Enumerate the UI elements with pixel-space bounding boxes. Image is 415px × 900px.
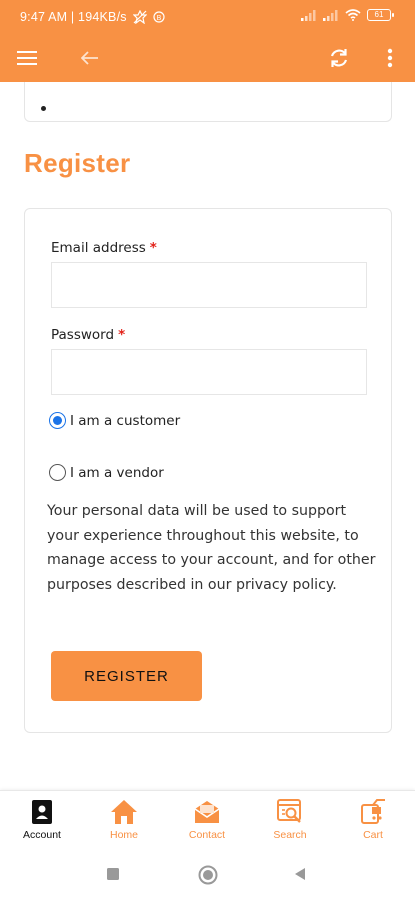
svg-text:B: B — [156, 15, 161, 22]
status-time-speed: 9:47 AM | 194KB/s — [20, 10, 127, 24]
home-button-icon[interactable] — [198, 865, 218, 885]
nav-search[interactable]: Search — [249, 799, 331, 849]
radio-vendor[interactable]: I am a vendor — [49, 464, 164, 481]
search-icon — [277, 799, 301, 823]
recents-icon[interactable] — [106, 867, 120, 881]
radio-vendor-label: I am a vendor — [70, 464, 164, 481]
sync-off-icon — [132, 10, 147, 24]
app-bar — [0, 34, 415, 82]
password-field[interactable] — [51, 349, 367, 395]
status-bar: 9:47 AM | 194KB/s B 61 — [0, 0, 415, 34]
arrow-left-icon[interactable] — [74, 42, 106, 74]
radio-customer-button[interactable] — [49, 412, 66, 429]
radio-customer-label: I am a customer — [70, 412, 181, 429]
system-nav-bar — [0, 850, 415, 900]
email-label: Email address * — [51, 240, 157, 256]
bullet-dot — [41, 106, 46, 111]
nav-home-label: Home — [109, 829, 138, 841]
email-field[interactable] — [51, 262, 367, 308]
radio-customer[interactable]: I am a customer — [49, 412, 180, 429]
page-title: Register — [24, 148, 131, 178]
status-left: 9:47 AM | 194KB/s B — [20, 10, 165, 24]
bottom-nav: Account Home Contact Search Cart — [0, 790, 415, 850]
nav-account-label: Account — [23, 829, 61, 841]
refresh-icon[interactable] — [323, 42, 355, 74]
radio-vendor-button[interactable] — [49, 464, 66, 481]
battery-icon: 61 — [367, 9, 394, 21]
more-vert-icon[interactable] — [374, 42, 406, 74]
wifi-icon — [345, 9, 361, 21]
back-triangle-icon[interactable] — [293, 867, 307, 881]
required-mark: * — [118, 327, 126, 343]
password-label-text: Password — [51, 327, 115, 343]
signal-icon — [301, 9, 316, 21]
signal-icon-2 — [323, 9, 338, 21]
nav-account[interactable]: Account — [1, 799, 83, 849]
nav-search-label: Search — [273, 829, 307, 841]
privacy-notice: Your personal data will be used to suppo… — [47, 503, 376, 593]
password-label: Password * — [51, 327, 125, 343]
top-bar: 9:47 AM | 194KB/s B 61 — [0, 0, 415, 82]
previous-card-remnant — [24, 82, 392, 122]
nav-contact[interactable]: Contact — [166, 799, 248, 849]
cart-icon — [361, 799, 385, 824]
nav-contact-label: Contact — [188, 829, 226, 841]
register-form: Email address * Password * I am a customer… — [24, 208, 392, 733]
home-icon — [111, 800, 137, 824]
hamburger-icon[interactable] — [11, 42, 43, 74]
register-button[interactable]: REGISTER — [51, 651, 202, 701]
data-saver-icon: B — [153, 11, 165, 23]
nav-cart[interactable]: Cart — [332, 799, 414, 849]
mail-icon — [194, 801, 220, 823]
account-icon — [32, 800, 52, 824]
required-mark: * — [149, 240, 157, 256]
email-label-text: Email address — [51, 240, 146, 256]
status-right: 61 — [301, 9, 394, 21]
nav-cart-label: Cart — [363, 829, 383, 841]
nav-home[interactable]: Home — [83, 799, 165, 849]
